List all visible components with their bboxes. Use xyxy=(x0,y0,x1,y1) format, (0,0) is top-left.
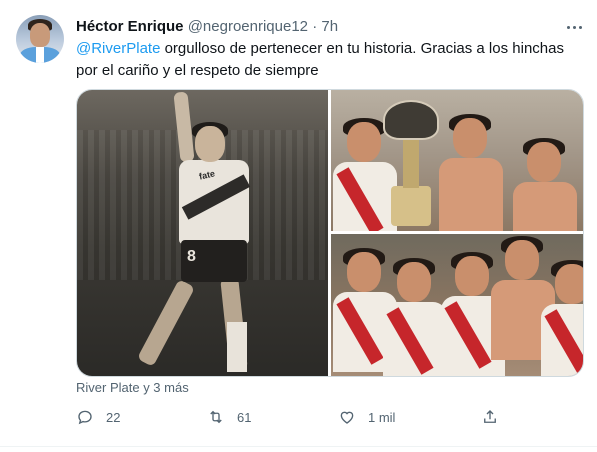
reply-button[interactable]: 22 xyxy=(76,405,120,429)
player-shirtless xyxy=(439,114,505,231)
media-tags-caption[interactable]: River Plate y 3 más xyxy=(76,380,189,396)
photo-team-celebration[interactable] xyxy=(331,234,583,376)
player-sock xyxy=(227,322,247,372)
tweet-divider xyxy=(0,446,597,447)
like-button[interactable]: 1 mil xyxy=(338,405,395,429)
tweet-text: @RiverPlate orgulloso de pertenecer en t… xyxy=(76,38,586,82)
photo-trophy[interactable] xyxy=(331,90,583,231)
mention-link[interactable]: @RiverPlate xyxy=(76,40,160,57)
player-with-trophy xyxy=(333,118,397,231)
share-button[interactable] xyxy=(481,405,499,429)
avatar-face xyxy=(30,23,50,47)
trophy-stem xyxy=(403,138,419,188)
retweet-icon xyxy=(210,410,222,424)
head xyxy=(397,262,431,302)
head xyxy=(505,240,539,280)
reply-icon xyxy=(78,410,92,425)
more-horizontal-icon[interactable] xyxy=(562,15,586,39)
author-handle[interactable]: @negroenrique12 xyxy=(188,18,308,35)
retweet-button[interactable]: 61 xyxy=(207,405,251,429)
tweet-time[interactable]: 7h xyxy=(321,18,338,35)
photo-player-celebrating[interactable]: fate 8 xyxy=(77,90,328,376)
trophy-base xyxy=(391,186,431,226)
head xyxy=(527,142,561,182)
player-celebrating xyxy=(491,236,555,370)
like-count: 1 mil xyxy=(368,409,396,425)
header-separator: · xyxy=(312,18,318,35)
reply-count: 22 xyxy=(106,409,121,425)
media-grid: fate 8 xyxy=(76,89,584,377)
player-celebrating xyxy=(383,258,447,376)
avatar-shirt-stripe xyxy=(36,47,44,63)
tweet[interactable]: Héctor Enrique @negroenrique12 · 7h @Riv… xyxy=(0,0,597,452)
player-celebrating xyxy=(541,260,583,376)
player-celebrating xyxy=(441,252,505,376)
author-name[interactable]: Héctor Enrique xyxy=(76,18,184,35)
player-head xyxy=(195,126,225,162)
share-icon xyxy=(484,410,496,423)
avatar[interactable] xyxy=(16,15,64,63)
head xyxy=(347,122,381,162)
head xyxy=(555,264,583,304)
retweet-count: 61 xyxy=(237,409,252,425)
torso xyxy=(439,158,503,231)
player-celebrating xyxy=(333,248,397,376)
action-bar: 22 61 1 mil xyxy=(76,405,516,429)
heart-icon xyxy=(340,411,354,424)
head xyxy=(347,252,381,292)
player-leg xyxy=(136,279,196,367)
player-shirtless xyxy=(513,138,577,231)
tweet-header: Héctor Enrique @negroenrique12 · 7h xyxy=(76,17,556,37)
trophy-cup xyxy=(383,100,439,140)
head xyxy=(455,256,489,296)
head xyxy=(453,118,487,158)
shorts-number: 8 xyxy=(187,248,196,265)
torso xyxy=(513,182,577,231)
